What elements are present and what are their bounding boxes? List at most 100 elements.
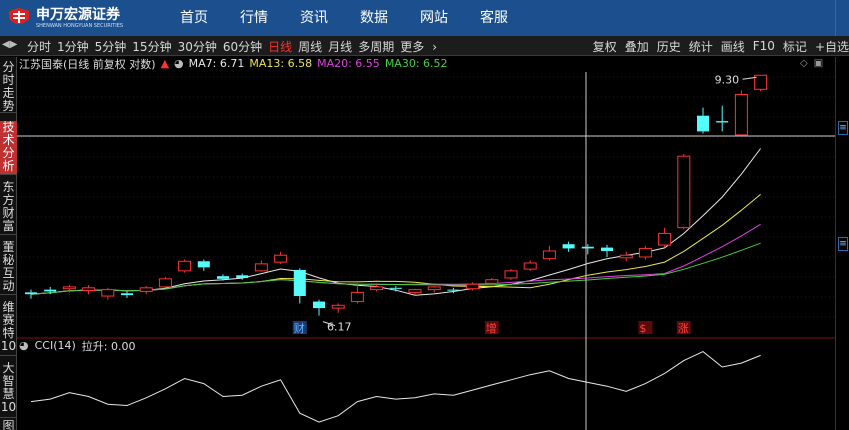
candle-body [25,292,37,295]
tool-stats[interactable]: 统计 [689,38,713,55]
main-nav: 首页 行情 资讯 数据 网站 客服 [180,0,540,36]
tool-f10[interactable]: F10 [753,39,775,53]
candle-body [101,289,115,297]
cci-line [30,351,761,423]
cci-value: 拉升: 0.00 [81,339,136,353]
low-price-label: 6.17 [327,321,352,334]
candle-body [523,262,537,270]
tool-overlay[interactable]: 叠加 [625,38,649,55]
candle-body [389,287,402,289]
nav-news[interactable]: 资讯 [300,0,328,36]
side-tabs: 分时走势 技术分析 东方财富 董秘互动 维赛特10 大智慧10 图 [0,57,17,430]
candle-body [677,155,691,229]
nav-home[interactable]: 首页 [180,0,208,36]
tool-mark[interactable]: 标记 [783,38,807,55]
event-marker: 增 [486,321,497,335]
high-price-label: 9.30 [715,73,740,86]
candle-body [139,287,153,292]
candle-body [350,291,364,303]
candle-body [370,286,384,291]
candle-body [313,301,325,309]
window-edge [835,0,849,36]
tool-adjust[interactable]: 复权 [593,38,617,55]
nav-website[interactable]: 网站 [420,0,448,36]
period-tab[interactable]: 15分钟 [132,38,171,55]
nav-data[interactable]: 数据 [360,0,388,36]
candle-body [638,247,652,258]
candle-body [697,115,709,132]
nav-service[interactable]: 客服 [480,0,508,36]
candle-body [121,293,133,296]
brand-logo[interactable]: 申万宏源证券 SHENWAN HONGYUAN SECURITIES [6,4,123,32]
kline-chart[interactable]: 9.30 6.17 财 增 $ 涨 [17,57,835,430]
candle-body [217,276,229,279]
period-tab[interactable]: 月线 [328,38,352,55]
side-tab-intraday[interactable]: 分时走势 [0,61,17,113]
period-tab[interactable]: 多周期 [358,38,394,55]
ma-line [30,223,761,295]
period-tab[interactable]: 5分钟 [95,38,127,55]
candle-body [542,250,556,260]
logo-name-cn: 申万宏源证券 [36,6,120,23]
logo-name-en: SHENWAN HONGYUAN SECURITIES [36,22,124,29]
side-tab-secretary[interactable]: 董秘互动 [0,241,17,295]
candle-body [716,121,729,123]
more-label: 更多 [400,39,425,54]
candle-body [178,260,192,272]
event-marker: $ [639,322,646,335]
candle-body [734,93,748,136]
period-tab[interactable]: 30分钟 [178,38,217,55]
candle-body [562,244,575,249]
candle-body [197,261,210,268]
candle-body [254,263,268,272]
chart-tools: 复权 叠加 历史 统计 画线 F10 标记 +自选 [593,36,849,56]
candle-body [619,254,633,259]
candle-body [274,254,288,263]
chevron-right-icon: › [432,39,438,54]
tool-history[interactable]: 历史 [657,38,681,55]
side-tab-vst[interactable]: 维赛特10 [0,301,17,356]
candle-body [44,289,57,292]
axis-marker-icon[interactable]: ≡ [838,121,848,135]
period-tabs: 分时 1分钟 5分钟 15分钟 30分钟 60分钟 日线 周线 月线 多周期 更… [27,36,443,56]
event-marker: 涨 [678,322,689,335]
period-tab-daily[interactable]: 日线 [268,38,292,55]
event-marker: 财 [294,321,305,335]
ma-line [30,148,761,296]
period-toolbar: ◀▶ 分时 1分钟 5分钟 15分钟 30分钟 60分钟 日线 周线 月线 多周… [0,36,849,56]
axis-marker-icon[interactable]: ≡ [838,237,848,251]
candle-body [485,279,499,284]
candle-body [581,246,594,249]
candle-body [658,232,672,246]
candle-body [601,247,613,251]
nav-quotes[interactable]: 行情 [240,0,268,36]
side-tab-dzh[interactable]: 大智慧10 [0,362,17,418]
candle-body [447,289,460,291]
candle-body [158,278,172,288]
side-tab-eastmoney[interactable]: 东方财富 [0,181,17,235]
price-axis: ≡ ≡ [835,57,849,430]
candle-body [466,283,480,290]
ma-line [30,194,761,295]
candle-body [236,275,249,278]
side-tab-more[interactable]: 图 [0,420,17,430]
period-tab[interactable]: 60分钟 [223,38,262,55]
scroll-arrows-icon[interactable]: ◀▶ [2,39,17,50]
add-watchlist-button[interactable]: +自选 [815,38,849,55]
period-tab[interactable]: 1分钟 [57,38,89,55]
logo-mark-icon [6,7,32,29]
cci-menu-icon[interactable]: ◕ [19,339,29,352]
candle-body [293,269,306,297]
side-tab-technical[interactable]: 技术分析 [0,121,17,175]
candle-body [504,270,518,279]
period-tab[interactable]: 分时 [27,38,51,55]
period-tab[interactable]: 周线 [298,38,322,55]
candle-body [82,287,96,292]
top-header: 申万宏源证券 SHENWAN HONGYUAN SECURITIES 首页 行情… [0,0,849,36]
more-periods-button[interactable]: 更多 › [400,38,437,55]
cci-name: CCI(14) [34,339,76,352]
tool-draw[interactable]: 画线 [721,38,745,55]
candle-body [427,286,441,291]
candle-body [408,289,422,293]
cci-legend: ◕ CCI(14) 拉升: 0.00 [19,338,142,353]
